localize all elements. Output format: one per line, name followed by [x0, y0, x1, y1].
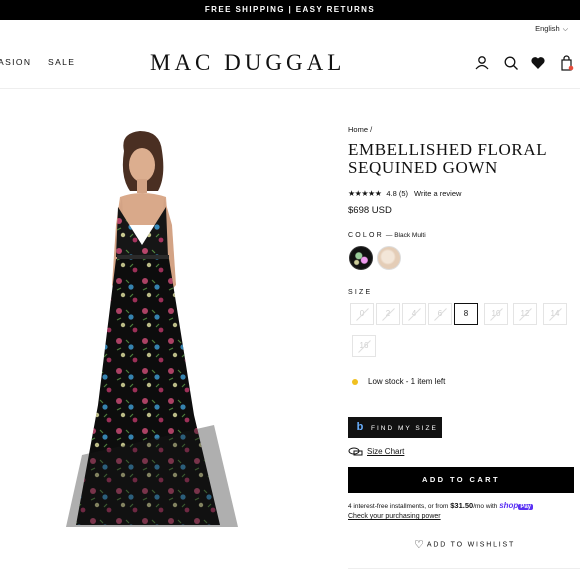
size-chart-link[interactable]: Size Chart	[348, 447, 404, 456]
add-to-cart-button[interactable]: ADD TO CART	[348, 467, 574, 493]
color-swatch-blush[interactable]	[377, 246, 401, 270]
heart-outline-icon: ♡	[414, 539, 424, 551]
size-option[interactable]: 10	[484, 303, 508, 325]
size-option[interactable]: 6	[428, 303, 452, 325]
language-label: English	[535, 24, 560, 33]
color-label: COLOR	[348, 232, 384, 239]
size-value: 8	[463, 309, 469, 318]
product-title: EMBELLISHED FLORAL SEQUINED GOWN	[348, 140, 547, 177]
find-my-size-button[interactable]: b FIND MY SIZE	[348, 417, 442, 438]
section-divider	[348, 568, 580, 569]
size-label: SIZE	[348, 289, 373, 296]
check-purchasing-power-link[interactable]: Check your purchasing power	[348, 513, 441, 520]
stock-status: Low stock - 1 item left	[352, 377, 445, 386]
shop-pay-logo: shop	[499, 501, 519, 510]
brand-logo[interactable]: MAC DUGGAL	[150, 50, 354, 76]
shop-pay-badge: Pay	[518, 504, 533, 510]
add-to-wishlist-label: ADD TO WISHLIST	[426, 541, 516, 549]
color-option: COLOR — Black Multi	[348, 232, 426, 239]
language-selector[interactable]: English ⌵	[535, 24, 568, 34]
nav-item-occasion[interactable]: ASION	[0, 57, 31, 67]
installments-info: 4 interest-free installments, or from $3…	[348, 501, 533, 510]
add-to-wishlist-button[interactable]: ♡ ADD TO WISHLIST	[414, 538, 515, 551]
product-price: $698 USD	[348, 205, 392, 216]
nav-item-sale[interactable]: SALE	[48, 57, 75, 67]
product-rating[interactable]: ★★★★★ 4.8 (5) Write a review	[348, 189, 461, 198]
bold-metrics-icon: b	[356, 421, 364, 433]
size-option-selected[interactable]: 8	[454, 303, 478, 325]
size-option[interactable]: 4	[402, 303, 426, 325]
breadcrumb[interactable]: Home /	[348, 125, 372, 134]
size-chart-label: Size Chart	[367, 447, 405, 456]
installments-amount: $31.50	[450, 501, 474, 510]
size-option[interactable]: 12	[513, 303, 537, 325]
color-swatch-black-multi[interactable]	[349, 246, 373, 270]
write-review-link[interactable]: Write a review	[414, 189, 461, 198]
rating-score: 4.8 (5)	[386, 189, 409, 198]
size-option[interactable]: 0	[350, 303, 374, 325]
size-option[interactable]: 14	[543, 303, 567, 325]
color-value: — Black Multi	[385, 232, 426, 239]
size-option[interactable]: 2	[376, 303, 400, 325]
search-icon[interactable]	[503, 55, 519, 71]
product-image[interactable]	[62, 125, 242, 540]
installments-suffix: /mo with	[473, 503, 500, 510]
chevron-down-icon: ⌵	[562, 26, 568, 33]
size-option[interactable]: 16	[352, 335, 376, 357]
low-stock-dot-icon	[352, 378, 358, 385]
ruler-icon	[348, 447, 363, 456]
rating-stars: ★★★★★	[348, 189, 382, 198]
installments-prefix: 4 interest-free installments, or from	[348, 503, 451, 510]
header-divider	[0, 88, 580, 89]
promo-banner: FREE SHIPPING | EASY RETURNS	[0, 0, 580, 20]
stock-text: Low stock - 1 item left	[368, 377, 446, 386]
find-my-size-label: FIND MY SIZE	[371, 425, 438, 432]
cart-icon[interactable]	[559, 55, 575, 71]
wishlist-heart-icon[interactable]	[530, 55, 546, 71]
account-icon[interactable]	[474, 55, 490, 71]
